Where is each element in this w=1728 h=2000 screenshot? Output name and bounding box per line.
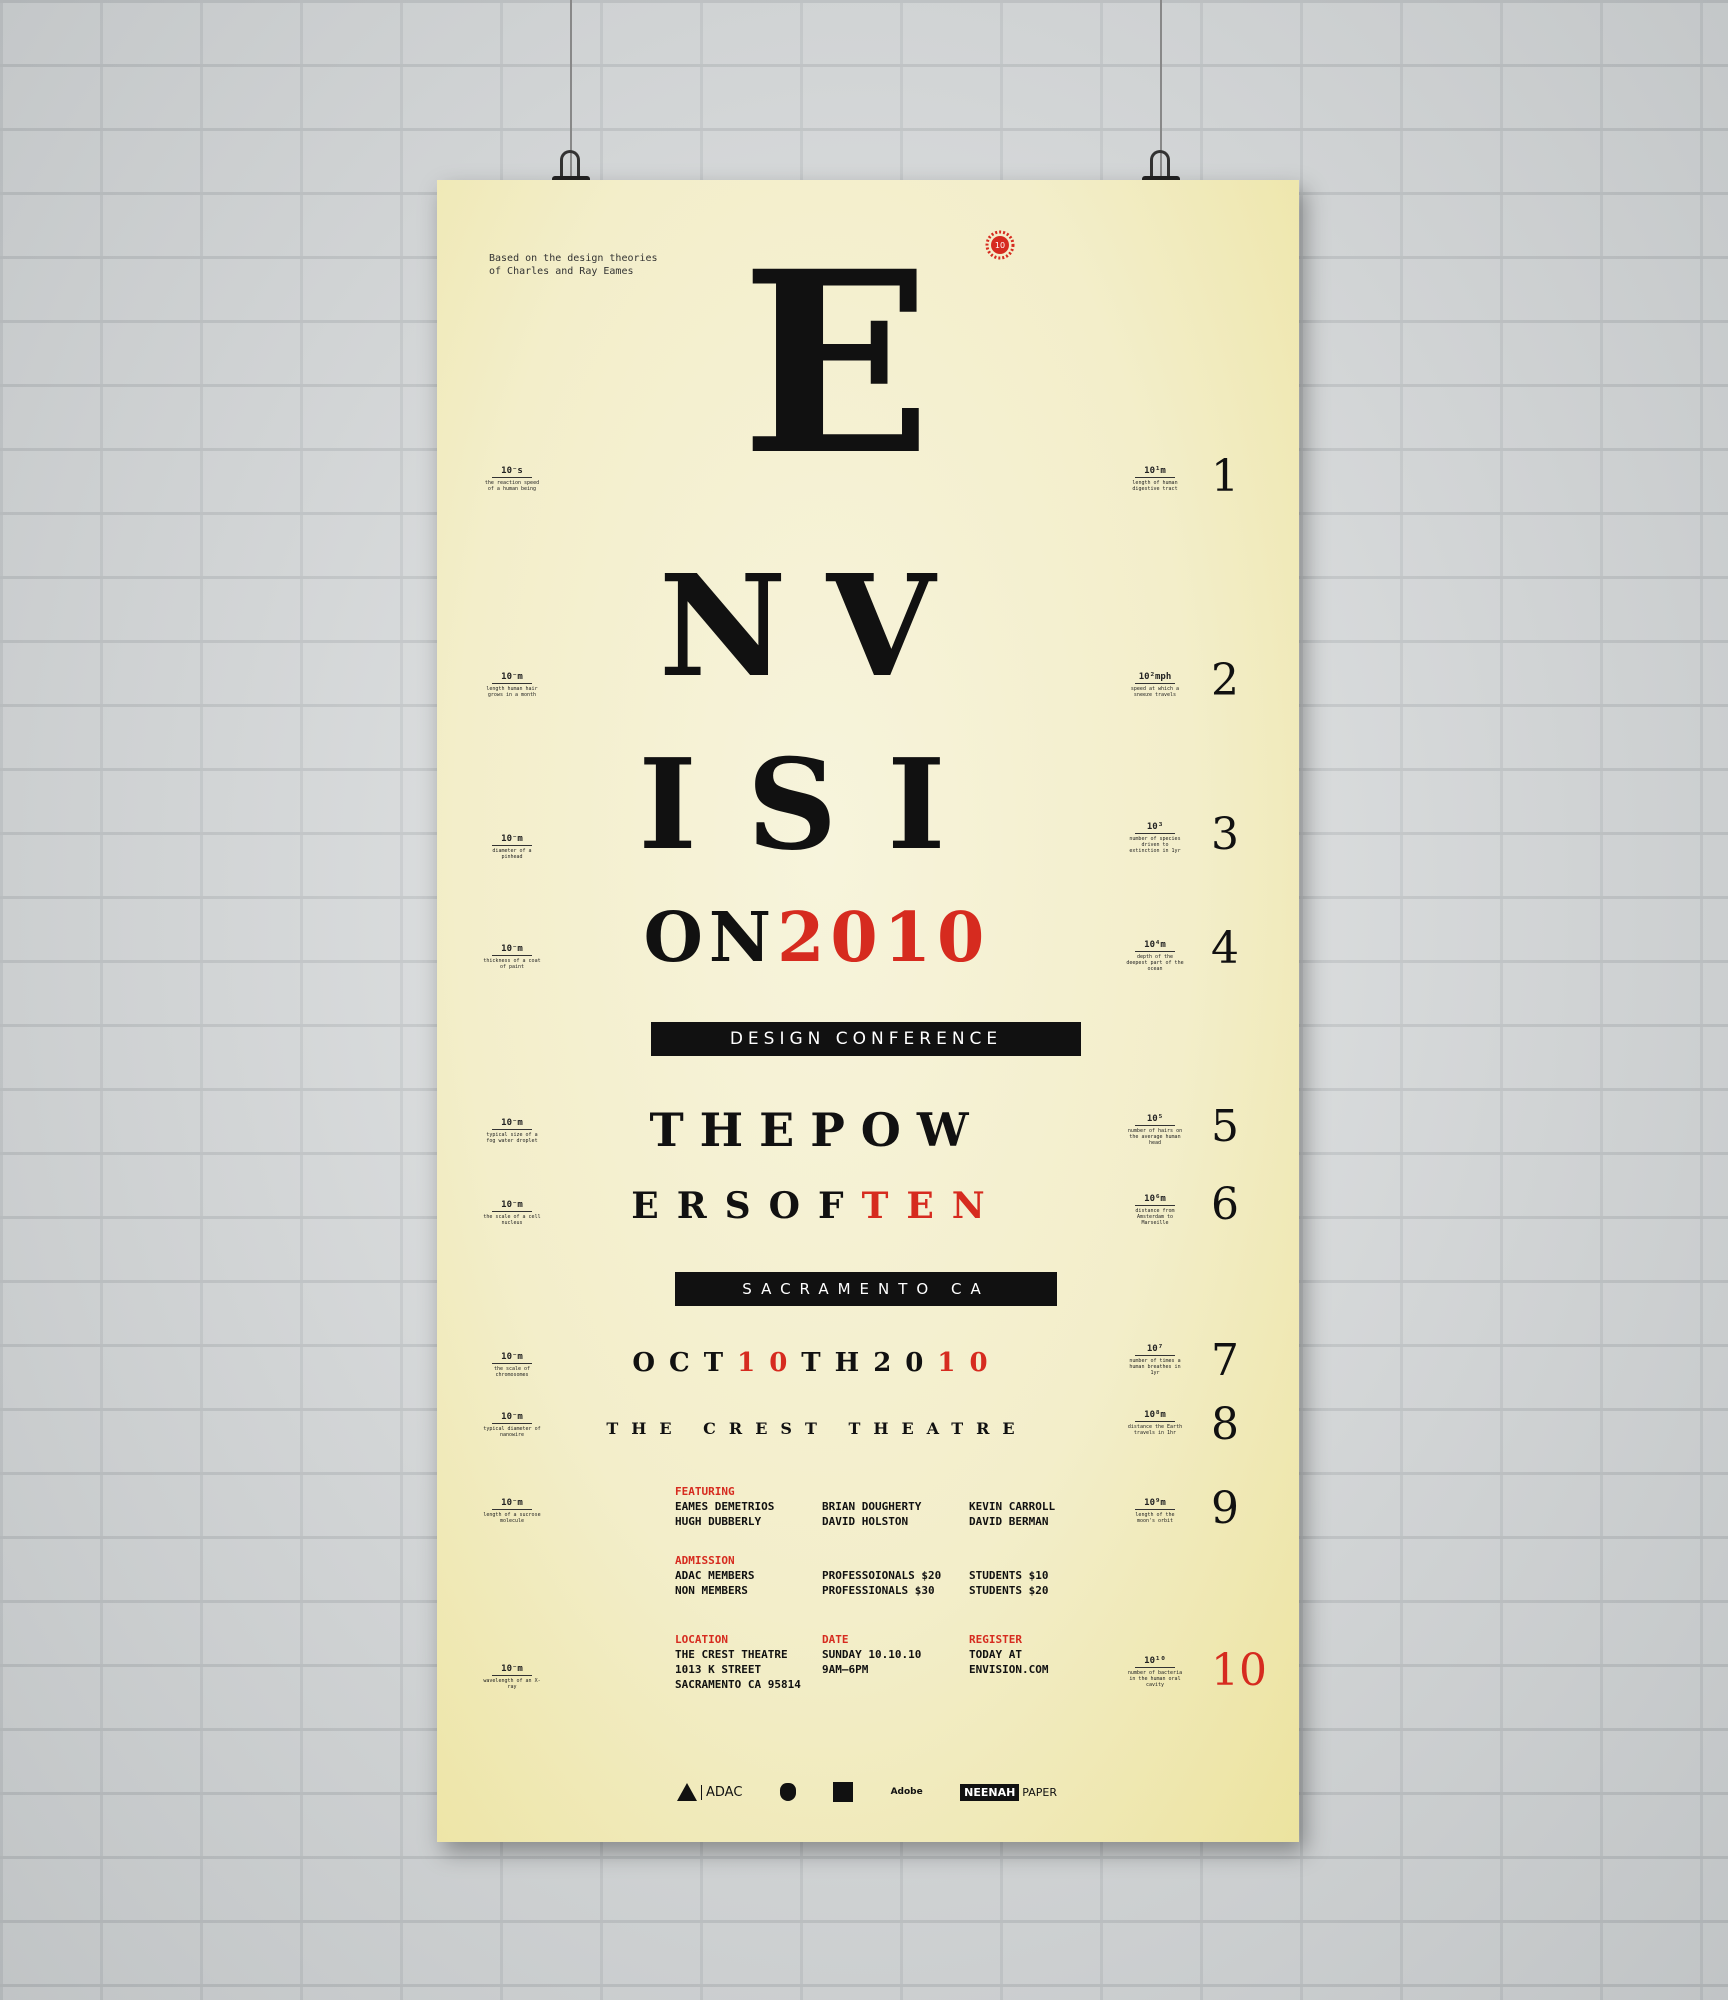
row-number: 1 bbox=[1211, 451, 1239, 502]
right-note: 10⁴m depth of the deepest part of the oce… bbox=[1126, 940, 1184, 972]
left-note: 10⁻m typical size of a fog water droplet bbox=[486, 1118, 538, 1144]
left-note: 10⁻s the reaction speed of a human being bbox=[484, 466, 540, 492]
left-note: 10⁻m length of a sucrose molecule bbox=[483, 1498, 541, 1524]
row-number: 5 bbox=[1211, 1101, 1239, 1152]
adobe-logo: Adobe bbox=[890, 1787, 923, 1797]
admission-col2: PROFESSOIONALS $20 PROFESSIONALS $30 bbox=[822, 1569, 942, 1597]
row-number: 3 bbox=[1211, 809, 1239, 860]
right-note: 10⁵ number of hairs on the average human … bbox=[1127, 1114, 1183, 1146]
chart-line-3: ISI bbox=[638, 732, 996, 878]
row-number: 10 bbox=[1211, 1645, 1267, 1696]
row-number: 8 bbox=[1211, 1399, 1239, 1450]
row-number: 9 bbox=[1211, 1483, 1239, 1534]
right-note: 10⁸m distance the Earth travels in 1hr bbox=[1127, 1410, 1183, 1436]
right-note: 10³ number of species driven to extinctio… bbox=[1129, 822, 1181, 854]
date-block: DATE SUNDAY 10.10.10 9AM–6PM bbox=[822, 1633, 922, 1676]
left-note: 10⁻m the scale of a cell nucleus bbox=[483, 1200, 541, 1226]
apple-icon bbox=[779, 1783, 796, 1801]
location-block: LOCATION THE CREST THEATRE 1013 K STREET… bbox=[675, 1633, 801, 1691]
triangle-icon bbox=[677, 1783, 697, 1801]
left-note: 10⁻m the scale of chromosomes bbox=[492, 1352, 532, 1378]
right-note: 10⁹m length of the moon's orbit bbox=[1135, 1498, 1175, 1524]
featuring-col1: FEATURING EAMES DEMETRIOS HUGH DUBBERLY bbox=[675, 1485, 775, 1528]
featuring-col3: KEVIN CARROLL DAVID BERMAN bbox=[969, 1500, 1056, 1528]
based-on-text: Based on the design theories of Charles … bbox=[489, 253, 658, 277]
chart-line-4: ON2010 bbox=[643, 898, 991, 978]
chart-line-7: OCT10TH2010 bbox=[632, 1348, 1002, 1378]
featuring-col2: BRIAN DOUGHERTY DAVID HOLSTON bbox=[822, 1500, 922, 1528]
left-note: 10⁻m length human hair grows in a month bbox=[486, 672, 538, 698]
right-note: 10¹⁰ number of bacteria in the human oral… bbox=[1127, 1656, 1183, 1688]
chart-line-8: THE CREST THEATRE bbox=[606, 1419, 1028, 1438]
right-note: 10²mph speed at which a sneeze travels bbox=[1130, 672, 1180, 698]
right-note: 10¹m length of human digestive tract bbox=[1132, 466, 1178, 492]
row-number: 7 bbox=[1211, 1335, 1239, 1386]
chart-line-2: NV bbox=[658, 545, 976, 709]
admission-col3: STUDENTS $10 STUDENTS $20 bbox=[969, 1569, 1049, 1597]
left-note: 10⁻m thickness of a coat of paint bbox=[483, 944, 541, 970]
sponsor-logos: ADAC Adobe NEENAH PAPER bbox=[677, 1780, 1057, 1804]
register-block: REGISTER TODAY AT ENVISION.COM bbox=[969, 1633, 1049, 1676]
adac-logo: ADAC bbox=[677, 1783, 742, 1801]
badge-text: 10 bbox=[995, 241, 1005, 250]
admission-col1: ADMISSION ADAC MEMBERS NON MEMBERS bbox=[675, 1554, 755, 1597]
sunburst-box-icon bbox=[833, 1782, 854, 1802]
sacramento-bar: SACRAMENTO CA bbox=[675, 1272, 1057, 1306]
left-note: 10⁻m diameter of a pinhead bbox=[492, 834, 532, 860]
big-letter-e: E bbox=[741, 216, 932, 510]
right-note: 10⁷ number of times a human breathes in 1… bbox=[1129, 1344, 1181, 1376]
left-note: 10⁻m wavelength of an X-ray bbox=[483, 1664, 541, 1690]
sunburst-icon: 10 bbox=[985, 230, 1015, 260]
row-number: 2 bbox=[1211, 655, 1239, 706]
chart-line-6: ERSOFTEN bbox=[631, 1185, 1003, 1227]
right-note: 10⁶m distance from Amsterdam to Marseille bbox=[1135, 1194, 1175, 1226]
left-note: 10⁻m typical diameter of nanowire bbox=[483, 1412, 541, 1438]
row-number: 4 bbox=[1211, 923, 1239, 974]
eye-chart-poster: Based on the design theories of Charles … bbox=[437, 180, 1299, 1842]
chart-line-5: THEPOW bbox=[649, 1103, 985, 1157]
design-conference-bar: DESIGN CONFERENCE bbox=[651, 1022, 1081, 1056]
neenah-logo: NEENAH PAPER bbox=[960, 1783, 1057, 1801]
row-number: 6 bbox=[1211, 1179, 1239, 1230]
